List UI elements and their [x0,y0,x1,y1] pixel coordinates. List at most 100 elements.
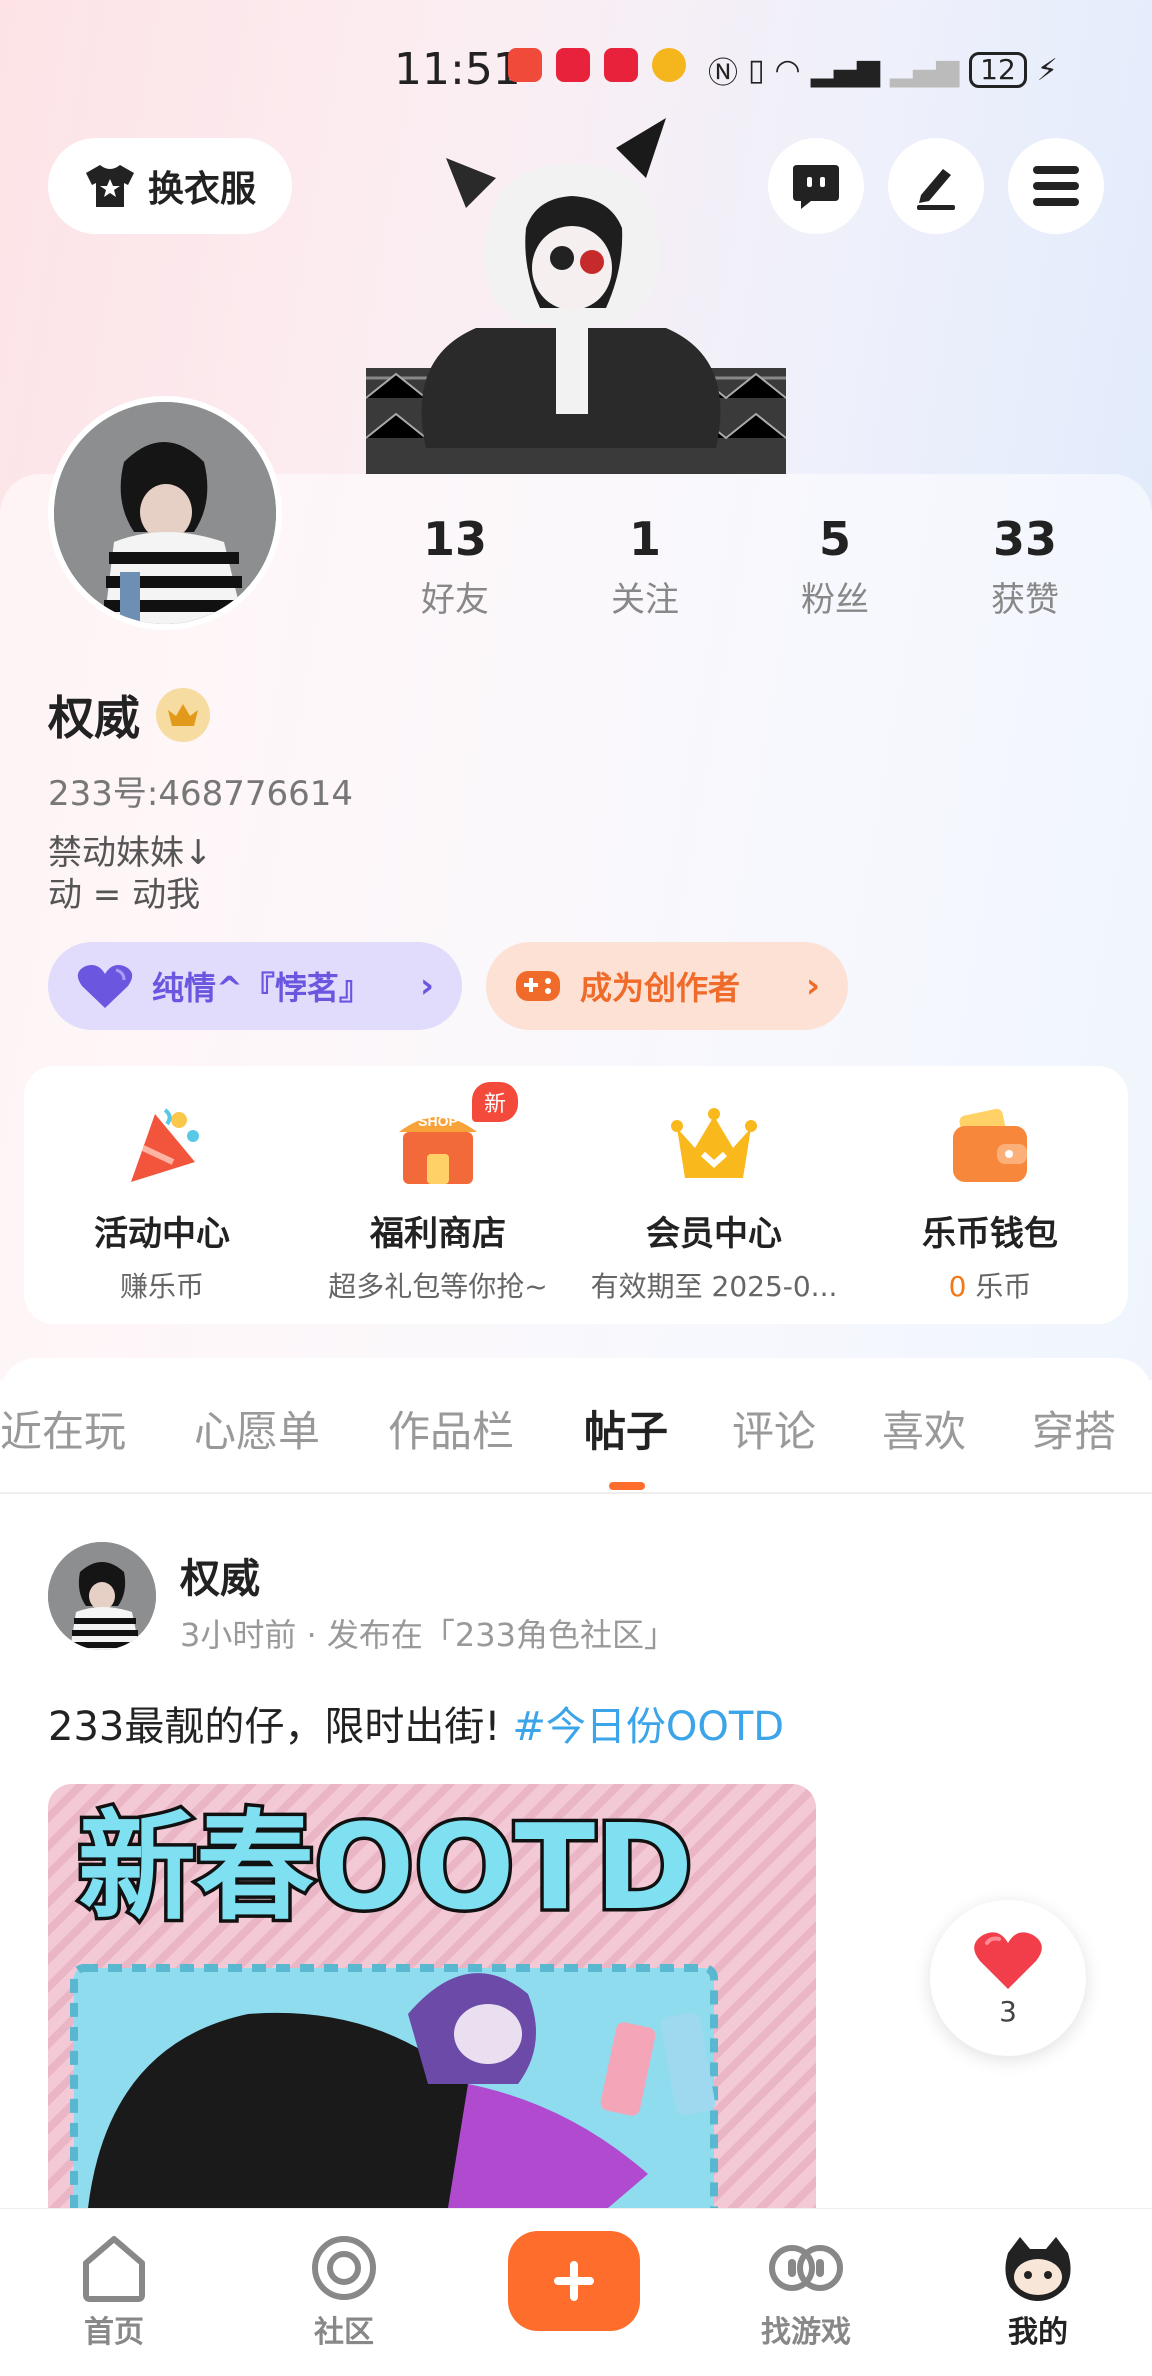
tab-wishlist[interactable]: 心愿单 [194,1398,320,1459]
service-subtitle: 有效期至 2025-0... [590,1270,838,1303]
home-icon [83,2236,145,2302]
system-icons: Ⓝ ▯ ◠ ▂▄▆ ▂▄▆ 12 ⚡ [708,48,1058,92]
profile-name: 权威 [48,691,140,745]
active-tab-indicator [609,1482,645,1490]
stat-value: 13 [422,512,487,566]
outfit-button-label: 换衣服 [147,169,256,210]
nav-label: 找游戏 [761,2315,851,2350]
chevron-right-icon: › [805,966,820,1006]
shop-icon: SHOP [399,1113,477,1184]
nav-label: 首页 [84,2315,144,2350]
vip-crown-icon[interactable] [156,688,210,742]
service-member-center[interactable]: 会员中心 有效期至 2025-0... [576,1066,852,1324]
stat-value: 1 [628,512,661,566]
nav-home[interactable]: 首页 [44,2233,184,2351]
crown-icon [671,1108,757,1178]
creator-pill-label: 成为创作者 [580,969,741,1007]
avatar-photo [48,1542,156,1650]
plus-icon [554,2261,594,2301]
games-icon [769,2245,843,2291]
stat-likes[interactable]: 33 获赞 [950,512,1100,621]
heart-icon [974,1931,1042,1989]
service-welfare-shop[interactable]: SHOP 新 福利商店 超多礼包等你抢~ [300,1066,576,1324]
nfc-icon: Ⓝ [708,56,738,91]
profile-avatar[interactable] [48,396,282,630]
tab-outfits[interactable]: 穿搭 [1032,1398,1116,1459]
bottom-nav: 首页 社区 找游戏 我的 [0,2208,1152,2376]
notification-icon [556,48,590,82]
wallet-icon [953,1108,1027,1182]
community-icon [312,2236,376,2300]
party-icon [131,1108,199,1182]
edit-button[interactable] [888,138,984,234]
post-image-title: 新春OOTD [78,1798,693,1936]
like-button[interactable]: 3 [930,1900,1086,2056]
signal-icon: ▂▄▆ [889,52,960,88]
signal-icon: ▂▄▆ [810,52,880,88]
status-time: 11:51 [394,44,521,95]
tab-works[interactable]: 作品栏 [388,1398,514,1459]
stat-label: 获赞 [991,580,1059,620]
service-coin-wallet[interactable]: 乐币钱包 0 乐币 [852,1066,1128,1324]
tab-comments[interactable]: 评论 [732,1398,816,1459]
like-count: 3 [999,1994,1017,2028]
service-title: 乐币钱包 [922,1214,1058,1254]
profile-stats: 13 好友 1 关注 5 粉丝 33 获赞 [380,512,1100,621]
service-title: 会员中心 [646,1214,782,1254]
service-activity-center[interactable]: 活动中心 赚乐币 [24,1066,300,1324]
tab-likes[interactable]: 喜欢 [882,1398,966,1459]
stat-label: 好友 [421,580,489,620]
coin-balance: 0 [948,1270,967,1303]
relation-pill[interactable]: 纯情^『悖茗』 › [48,942,462,1030]
avatar-photo [54,402,276,624]
notification-icon [508,48,542,82]
service-title: 活动中心 [94,1214,230,1254]
nav-label: 社区 [314,2315,374,2350]
stat-friends[interactable]: 13 好友 [380,512,530,621]
svg-text:SHOP: SHOP [418,1113,458,1129]
service-subtitle: 赚乐币 [119,1270,204,1303]
service-subtitle: 超多礼包等你抢~ [328,1270,548,1303]
notification-icon [652,48,686,82]
edit-icon [917,169,955,210]
status-bar: 11:51 Ⓝ ▯ ◠ ▂▄▆ ▂▄▆ 12 ⚡ [0,40,1152,100]
outfit-button[interactable]: 换衣服 [48,138,292,234]
tab-recently-played[interactable]: 近在玩 [0,1398,126,1459]
profile-tabs: 近在玩 心愿单 作品栏 帖子 评论 喜欢 穿搭 [0,1358,1152,1494]
create-post-button[interactable] [508,2231,640,2331]
shirt-icon [85,165,134,207]
become-creator-pill[interactable]: 成为创作者 › [486,942,848,1030]
relation-pill-label: 纯情^『悖茗』 [152,969,371,1007]
nav-find-games[interactable]: 找游戏 [736,2233,876,2351]
profile-name-row: 权威 [48,682,210,748]
stat-followers[interactable]: 5 粉丝 [760,512,910,621]
post-image-art: 新春OOTD [48,1784,816,2208]
post-author-name[interactable]: 权威 [180,1546,260,1604]
heart-icon [77,965,133,1008]
tab-posts[interactable]: 帖子 [584,1398,668,1459]
post-meta: 3小时前 · 发布在「233角色社区」 [180,1616,676,1654]
nav-profile[interactable]: 我的 [968,2233,1108,2351]
menu-button[interactable] [1008,138,1104,234]
post-image[interactable]: 新春OOTD [48,1784,816,2208]
nav-label: 我的 [1008,2315,1068,2350]
nav-community[interactable]: 社区 [274,2233,414,2351]
post-hashtag[interactable]: #今日份OOTD [512,1704,784,1750]
notification-icon [604,48,638,82]
stat-label: 关注 [611,580,679,620]
service-title: 福利商店 [370,1214,506,1254]
stat-following[interactable]: 1 关注 [570,512,720,621]
menu-icon [1033,166,1079,206]
stat-label: 粉丝 [801,580,869,620]
wifi-icon: ◠ [774,52,801,88]
charging-icon: ⚡ [1036,52,1058,88]
battery-icon: 12 [969,52,1027,88]
services-panel: 活动中心 赚乐币 SHOP 新 福利商店 超多礼包等你抢~ 会员中心 有效期至 … [24,1066,1128,1324]
stat-value: 33 [992,512,1057,566]
post-text: 233最靓的仔，限时出街! #今日份OOTD [48,1694,784,1752]
new-badge: 新 [472,1082,519,1122]
post-author-avatar[interactable] [48,1542,156,1650]
stat-value: 5 [818,512,851,566]
service-subtitle: 0 乐币 [949,1265,1032,1305]
avatar-figure[interactable] [366,118,786,474]
